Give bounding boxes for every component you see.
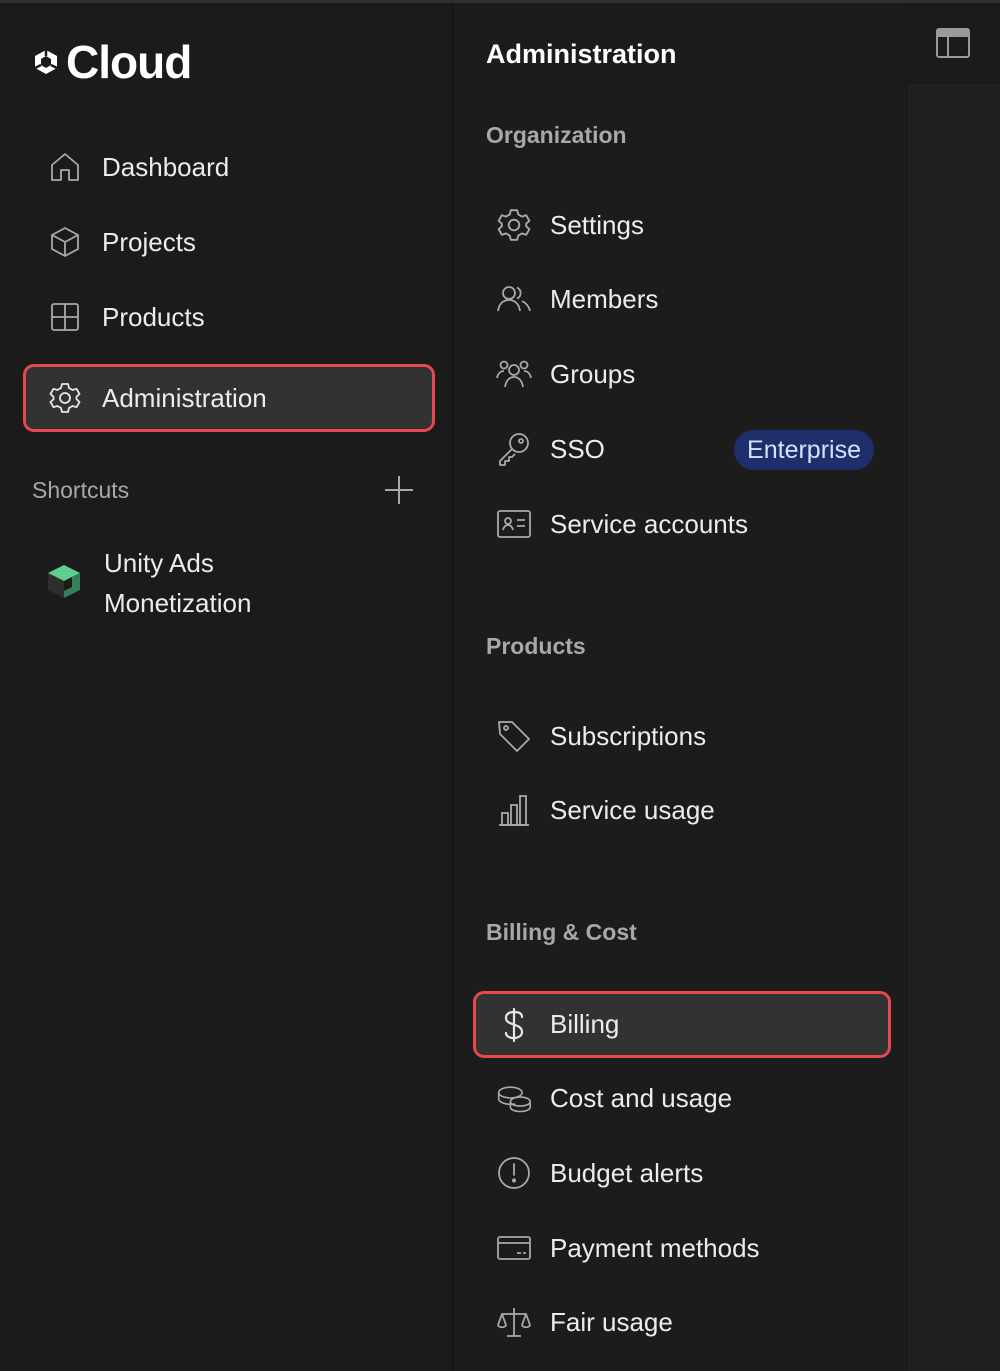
shortcut-item-unity-ads[interactable]: Unity Ads Monetization bbox=[44, 543, 344, 623]
gear-icon bbox=[46, 379, 84, 417]
menu-item-label: Fair usage bbox=[550, 1306, 673, 1337]
shortcuts-header: Shortcuts bbox=[32, 473, 416, 507]
menu-item-label: Subscriptions bbox=[550, 720, 707, 751]
panel-title: Administration bbox=[486, 39, 677, 69]
main-sidebar: Cloud Dashboard Projects Products Admini… bbox=[0, 3, 452, 1371]
menu-item-service-accounts[interactable]: Service accounts bbox=[476, 494, 888, 554]
nav-item-label: Administration bbox=[102, 382, 267, 413]
layout-panel-icon[interactable] bbox=[935, 27, 971, 59]
nav-item-dashboard[interactable]: Dashboard bbox=[26, 136, 432, 198]
menu-item-label: Service usage bbox=[550, 794, 715, 825]
menu-item-cost-and-usage[interactable]: Cost and usage bbox=[476, 1068, 888, 1128]
menu-item-label: Cost and usage bbox=[550, 1082, 733, 1113]
menu-item-label: Budget alerts bbox=[550, 1157, 704, 1188]
strip-header bbox=[907, 3, 1000, 83]
menu-item-label: Groups bbox=[550, 358, 636, 389]
menu-item-label: Billing bbox=[550, 1009, 620, 1039]
nav-item-products[interactable]: Products bbox=[26, 286, 432, 348]
administration-panel: Administration Organization Settings Mem… bbox=[454, 3, 906, 1371]
menu-item-label: Service accounts bbox=[550, 508, 748, 539]
shortcuts-title: Shortcuts bbox=[32, 476, 130, 503]
grid-icon bbox=[46, 298, 84, 336]
dollar-icon bbox=[494, 1005, 534, 1045]
brand-logo[interactable]: Cloud bbox=[32, 36, 192, 88]
shortcut-label: Unity Ads Monetization bbox=[104, 548, 252, 618]
menu-item-subscriptions[interactable]: Subscriptions bbox=[476, 706, 888, 766]
menu-item-label: Members bbox=[550, 283, 659, 314]
menu-item-payment-methods[interactable]: Payment methods bbox=[476, 1218, 888, 1278]
groups-icon bbox=[494, 354, 534, 394]
gear-icon bbox=[494, 205, 534, 245]
brand-name: Cloud bbox=[66, 36, 192, 88]
nav-item-administration[interactable]: Administration bbox=[23, 364, 435, 432]
coins-icon bbox=[494, 1078, 534, 1118]
enterprise-badge: Enterprise bbox=[734, 430, 874, 470]
unity-ads-icon bbox=[44, 561, 84, 606]
alert-circle-icon bbox=[494, 1153, 534, 1193]
nav-item-label: Dashboard bbox=[102, 151, 230, 182]
menu-item-label: Settings bbox=[550, 209, 644, 240]
menu-item-fair-usage[interactable]: Fair usage bbox=[476, 1292, 888, 1352]
home-icon bbox=[46, 148, 84, 186]
nav-item-label: Projects bbox=[102, 226, 196, 257]
credit-card-icon bbox=[494, 1228, 534, 1268]
bar-chart-icon bbox=[494, 790, 534, 830]
section-title-organization: Organization bbox=[486, 122, 627, 148]
key-icon bbox=[494, 429, 534, 469]
menu-item-members[interactable]: Members bbox=[476, 269, 888, 329]
menu-item-budget-alerts[interactable]: Budget alerts bbox=[476, 1143, 888, 1203]
id-card-icon bbox=[494, 504, 534, 544]
menu-item-label: Payment methods bbox=[550, 1232, 760, 1263]
plus-icon[interactable] bbox=[382, 473, 416, 507]
members-icon bbox=[494, 279, 534, 319]
cube-icon bbox=[46, 223, 84, 261]
right-strip bbox=[906, 3, 1000, 1371]
menu-item-groups[interactable]: Groups bbox=[476, 344, 888, 404]
section-title-billing-cost: Billing & Cost bbox=[486, 919, 637, 945]
menu-item-sso[interactable]: SSO Enterprise bbox=[476, 419, 888, 479]
menu-item-service-usage[interactable]: Service usage bbox=[476, 780, 888, 840]
menu-item-billing[interactable]: Billing bbox=[473, 991, 891, 1058]
unity-logo-icon bbox=[34, 50, 58, 74]
menu-item-settings[interactable]: Settings bbox=[476, 195, 888, 255]
section-title-products: Products bbox=[486, 633, 586, 659]
menu-item-label: SSO bbox=[550, 433, 605, 464]
nav-item-label: Products bbox=[102, 301, 205, 332]
scale-icon bbox=[494, 1302, 534, 1342]
nav-item-projects[interactable]: Projects bbox=[26, 211, 432, 273]
tag-icon bbox=[494, 716, 534, 756]
